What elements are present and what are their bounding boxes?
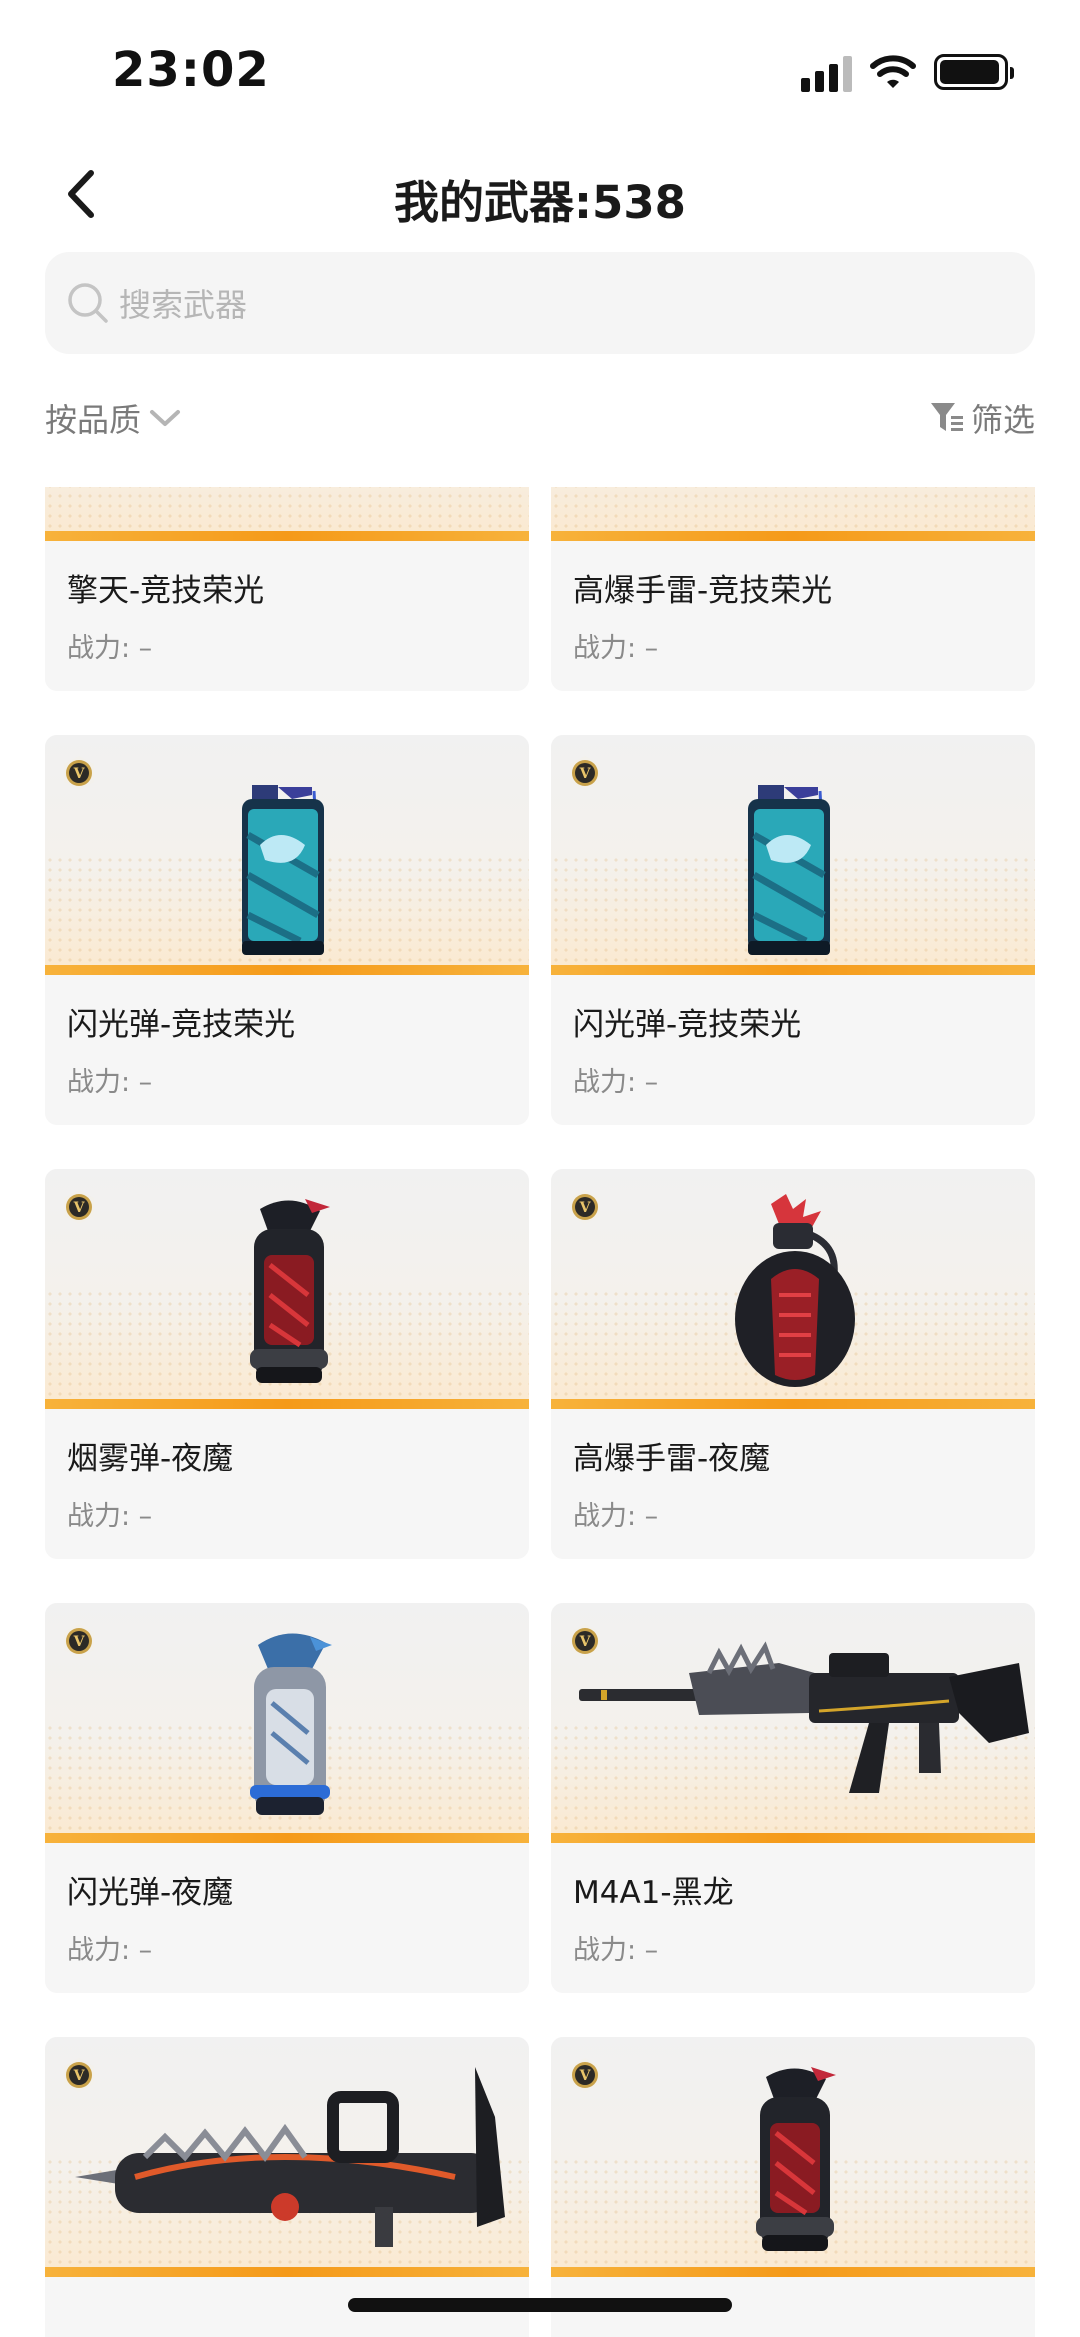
- vip-badge-icon: V: [567, 1623, 603, 1659]
- svg-text:V: V: [579, 766, 592, 782]
- svg-text:V: V: [73, 1634, 86, 1650]
- cellular-signal-icon: [801, 52, 852, 92]
- weapon-dragon-gatling-image: [75, 2067, 505, 2247]
- weapon-image: V: [45, 1603, 529, 1843]
- weapon-power: 战力: –: [573, 633, 659, 664]
- vip-badge-icon: V: [61, 755, 97, 791]
- weapon-card[interactable]: V 闪光弹-夜魔 战力: –: [45, 1603, 529, 1993]
- weapon-image: V: [45, 735, 529, 975]
- weapon-power: 战力: –: [67, 633, 153, 664]
- vip-badge-icon: V: [567, 755, 603, 791]
- weapon-card[interactable]: V 烟雾弹-夜魔 战力: –: [45, 1169, 529, 1559]
- weapon-silver-blue-canister-image: [250, 1633, 332, 1815]
- svg-text:V: V: [579, 2068, 592, 2084]
- page-title: 我的武器:538: [394, 176, 686, 229]
- weapon-name: 闪光弹-夜魔: [67, 1875, 234, 1911]
- weapon-name: 烟雾弹-夜魔: [67, 1441, 234, 1477]
- weapon-name: 闪光弹-竞技荣光: [573, 1007, 802, 1043]
- weapon-image: V: [551, 1169, 1035, 1409]
- sort-label: 按品质: [45, 401, 142, 439]
- weapon-image: V: [45, 1169, 529, 1409]
- vip-badge-icon: V: [61, 2057, 97, 2093]
- weapon-power: 战力: –: [573, 1501, 659, 1532]
- filter-label: 筛选: [970, 401, 1035, 439]
- search-placeholder: 搜索武器: [119, 286, 248, 324]
- svg-text:V: V: [579, 1200, 592, 1216]
- vip-badge-icon: V: [567, 2057, 603, 2093]
- search-input[interactable]: 搜索武器: [45, 252, 1035, 354]
- weapon-dark-red-grenade-image: [735, 1194, 855, 1387]
- weapon-dark-red-canister-image: [250, 1199, 330, 1383]
- weapon-power: 战力: –: [67, 1935, 153, 1966]
- weapon-name: M4A1-黑龙: [573, 1875, 734, 1911]
- weapon-power: 战力: –: [67, 1501, 153, 1532]
- weapon-cyan-canister-image: [242, 785, 324, 955]
- weapon-image: V: [551, 1603, 1035, 1843]
- weapon-card[interactable]: V 闪光弹-竞技荣光 战力: –: [45, 735, 529, 1125]
- weapon-card[interactable]: 擎天-竞技荣光 战力: –: [45, 487, 529, 691]
- home-indicator: [348, 2298, 732, 2312]
- weapon-black-dragon-rifle-image: [579, 1641, 1029, 1793]
- status-time: 23:02: [112, 42, 270, 98]
- weapon-power: 战力: –: [573, 1935, 659, 1966]
- search-icon: [68, 283, 108, 323]
- svg-text:V: V: [73, 2068, 86, 2084]
- weapon-image: V: [551, 735, 1035, 975]
- sort-dropdown[interactable]: 按品质: [45, 395, 181, 441]
- weapon-name: 高爆手雷-夜魔: [573, 1441, 771, 1477]
- svg-text:V: V: [73, 1200, 86, 1216]
- weapon-cyan-canister-image: [748, 785, 830, 955]
- status-bar: 23:02: [0, 0, 1080, 140]
- weapon-image: [45, 487, 529, 541]
- weapon-card[interactable]: V 高爆手雷-夜魔 战力: –: [551, 1169, 1035, 1559]
- filter-row: 按品质 筛选: [45, 395, 1035, 451]
- weapon-name: 擎天-竞技荣光: [67, 573, 265, 609]
- vip-badge-icon: V: [61, 1623, 97, 1659]
- vip-badge-icon: V: [567, 1189, 603, 1225]
- svg-text:V: V: [73, 766, 86, 782]
- weapon-image: V: [551, 2037, 1035, 2277]
- weapon-card[interactable]: V: [45, 2037, 529, 2337]
- weapon-name: 闪光弹-竞技荣光: [67, 1007, 296, 1043]
- weapon-card[interactable]: V 闪光弹-竞技荣光 战力: –: [551, 735, 1035, 1125]
- weapon-card[interactable]: V M4A1-黑龙 战力: –: [551, 1603, 1035, 1993]
- weapon-name: 高爆手雷-竞技荣光: [573, 573, 833, 609]
- weapon-dark-red-canister-image: [756, 2067, 836, 2251]
- status-icons: [801, 50, 1014, 94]
- weapon-image: V: [45, 2037, 529, 2277]
- weapon-card[interactable]: 高爆手雷-竞技荣光 战力: –: [551, 487, 1035, 691]
- weapon-card[interactable]: V: [551, 2037, 1035, 2337]
- filter-button[interactable]: 筛选: [929, 395, 1035, 441]
- svg-text:V: V: [579, 1634, 592, 1650]
- chevron-down-icon: [150, 410, 181, 426]
- weapon-power: 战力: –: [573, 1067, 659, 1098]
- weapon-power: 战力: –: [67, 1067, 153, 1098]
- vip-badge-icon: V: [61, 1189, 97, 1225]
- weapon-image: [551, 487, 1035, 541]
- weapon-grid: 擎天-竞技荣光 战力: – 高爆手雷-竞技荣光 战力: – V 闪光弹-竞技荣光…: [0, 487, 1080, 2337]
- filter-funnel-icon: [930, 403, 963, 431]
- wifi-icon: [870, 55, 916, 88]
- nav-bar: 我的武器:538: [0, 140, 1080, 250]
- battery-icon: [934, 54, 1014, 90]
